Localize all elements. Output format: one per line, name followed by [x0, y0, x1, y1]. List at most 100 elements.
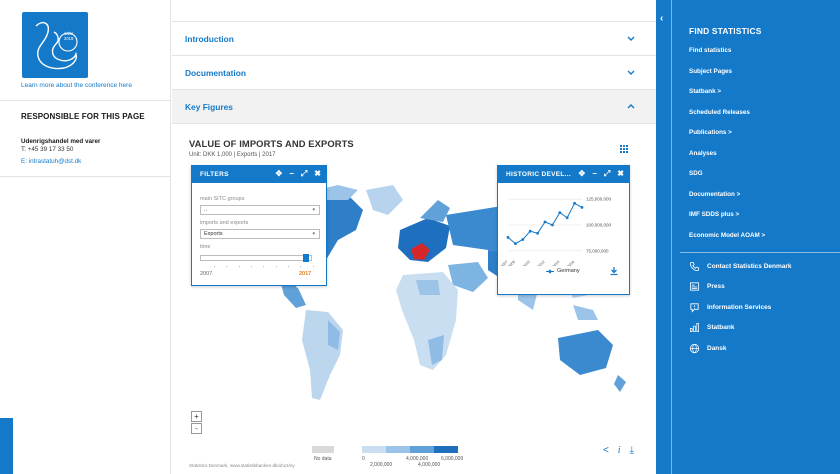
nav-contact[interactable]: Contact Statistics Denmark	[689, 261, 792, 272]
time-ticks: ' ' ' ' ' ' ' ' '	[214, 266, 319, 272]
y-tick-label: 75,000,000	[586, 248, 609, 253]
legend-swatch	[410, 446, 434, 453]
chevron-left-icon[interactable]: ‹	[660, 13, 663, 24]
historic-panel[interactable]: HISTORIC DEVEL... ✥ − ⤢ ✖ 125,000,000 100…	[497, 165, 630, 295]
nav-item-find-statistics[interactable]: Find statistics	[689, 47, 731, 54]
data-point[interactable]	[565, 216, 569, 220]
nav-item-analyses[interactable]: Analyses	[689, 150, 717, 157]
nav-item-economic-model[interactable]: Economic Model AOAM >	[689, 232, 765, 239]
info-icon[interactable]: i	[618, 445, 621, 456]
data-point[interactable]	[528, 229, 532, 233]
minimize-icon[interactable]: −	[592, 169, 597, 179]
phone-icon	[689, 261, 700, 272]
accordion-key-figures[interactable]: Key Figures	[172, 90, 656, 124]
time-label: time	[200, 244, 211, 250]
zoom-out-button[interactable]: -	[191, 423, 202, 434]
nav-press[interactable]: Press	[689, 281, 725, 292]
sitc-value: ..	[204, 207, 208, 213]
data-point[interactable]	[521, 238, 525, 241]
zoom-in-button[interactable]: +	[191, 411, 202, 422]
data-point[interactable]	[543, 220, 547, 224]
nav-information-services[interactable]: Information Services	[689, 302, 771, 313]
nav-item-documentation[interactable]: Documentation >	[689, 191, 740, 198]
nav-press-label: Press	[707, 283, 725, 290]
legend-marker-icon	[546, 268, 554, 274]
sitc-select[interactable]: .. ▾	[200, 205, 320, 215]
historic-legend: Germany	[546, 268, 580, 274]
viz-actions: < i ⤓	[603, 445, 634, 456]
share-icon[interactable]: <	[603, 445, 609, 456]
filters-header: FILTERS ✥ − ⤢ ✖	[192, 166, 326, 183]
expand-icon[interactable]: ⤢	[301, 169, 307, 179]
find-statistics-title: FIND STATISTICS	[689, 26, 762, 36]
chevron-down-icon	[627, 36, 635, 41]
nav-item-scheduled-releases[interactable]: Scheduled Releases	[689, 109, 750, 116]
data-point[interactable]	[536, 231, 539, 235]
globe-icon	[689, 343, 700, 354]
nav-item-imf-sdds[interactable]: IMF SDDS plus >	[689, 211, 739, 218]
data-point[interactable]	[573, 201, 576, 205]
caret-down-icon: ▾	[312, 231, 315, 237]
conference-link[interactable]: Learn more about the conference here	[21, 82, 132, 89]
bar-chart-icon	[690, 323, 699, 332]
minimize-icon[interactable]: −	[289, 169, 294, 179]
nav-item-publications[interactable]: Publications >	[689, 129, 732, 136]
time-slider-handle[interactable]	[303, 254, 309, 262]
press-icon	[689, 282, 700, 291]
time-slider[interactable]	[200, 255, 312, 261]
nav-contact-label: Contact Statistics Denmark	[707, 263, 792, 270]
time-min: 2007	[200, 271, 213, 277]
move-icon[interactable]: ✥	[276, 169, 283, 179]
data-point[interactable]	[514, 242, 517, 245]
conference-logo[interactable]: aalor 2019	[22, 12, 88, 78]
accordion-documentation[interactable]: Documentation	[172, 56, 656, 90]
nav-dansk[interactable]: Dansk	[689, 343, 727, 354]
expand-icon[interactable]: ⤢	[604, 169, 610, 179]
source-note: Statistics Denmark, www.statistikbanken.…	[189, 463, 295, 468]
chat-icon	[690, 303, 699, 313]
data-point[interactable]	[506, 236, 510, 239]
nav-item-statbank[interactable]: Statbank >	[689, 88, 721, 95]
legend-nodata-swatch	[312, 446, 334, 453]
grid-menu-icon[interactable]	[620, 145, 628, 153]
legend-label: Germany	[557, 268, 580, 274]
contact-name: Udenrigshandel med varer	[21, 138, 101, 145]
close-icon[interactable]: ✖	[314, 169, 321, 179]
accordion-label: Introduction	[185, 34, 234, 44]
legend-swatch	[434, 446, 458, 453]
data-point[interactable]	[580, 206, 584, 209]
download-icon[interactable]	[609, 266, 619, 276]
contact-phone: T: +45 39 17 33 50	[21, 146, 74, 153]
chevron-down-icon	[627, 70, 635, 75]
y-tick-label: 100,000,000	[586, 223, 612, 228]
nav-statbank[interactable]: Statbank	[689, 322, 734, 333]
contact-email[interactable]: E: intrastatuh@dst.dk	[21, 158, 81, 165]
y-tick-label: 125,000,000	[586, 197, 612, 202]
data-point[interactable]	[558, 211, 562, 214]
close-icon[interactable]: ✖	[617, 169, 624, 179]
divider	[0, 100, 171, 101]
data-point[interactable]	[551, 223, 554, 227]
x-tick-label: 2010	[522, 260, 531, 266]
legend-swatch	[362, 446, 386, 453]
download-icon[interactable]: ⤓	[630, 445, 634, 456]
nav-information-services-label: Information Services	[707, 304, 772, 311]
viz-subtitle: Unit: DKK 1,000 | Exports | 2017	[189, 152, 276, 158]
accordion-label: Key Figures	[185, 102, 233, 112]
nav-dansk-label: Dansk	[707, 345, 727, 352]
filters-title: FILTERS	[200, 171, 229, 178]
historic-title: HISTORIC DEVEL...	[506, 171, 571, 178]
x-tick-label: 2014	[552, 260, 561, 266]
historic-header: HISTORIC DEVEL... ✥ − ⤢ ✖	[498, 166, 629, 183]
move-icon[interactable]: ✥	[579, 169, 586, 179]
flow-select[interactable]: Exports ▾	[200, 229, 320, 239]
x-tick-label: 2008	[507, 260, 516, 266]
responsible-title: RESPONSIBLE FOR THIS PAGE	[21, 112, 145, 121]
nav-item-subject-pages[interactable]: Subject Pages	[689, 68, 732, 75]
divider	[0, 176, 171, 177]
nav-item-sdg[interactable]: SDG	[689, 170, 703, 177]
accordion-introduction[interactable]: Introduction	[172, 22, 656, 56]
collapse-strip[interactable]: ‹	[656, 0, 672, 474]
series-line-germany	[507, 202, 583, 245]
filters-panel[interactable]: FILTERS ✥ − ⤢ ✖ main SITC groups .. ▾ im…	[191, 165, 327, 286]
